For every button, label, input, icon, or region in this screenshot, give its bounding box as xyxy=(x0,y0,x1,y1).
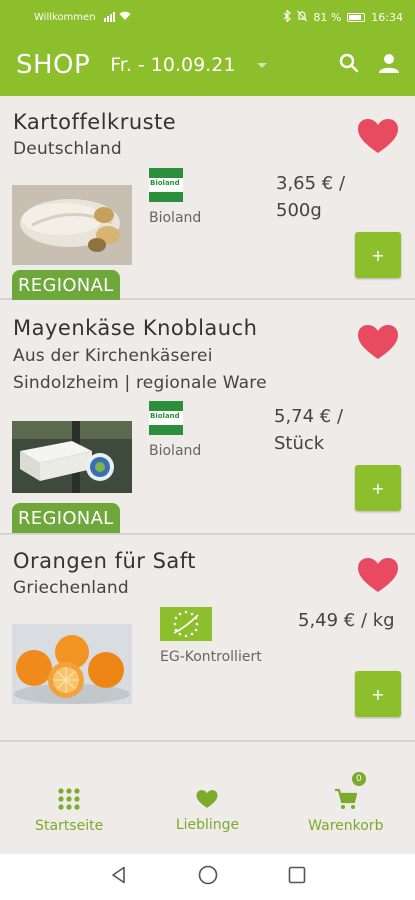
product-name: Orangen für Saft xyxy=(13,549,197,573)
carrier-name: Willkommen xyxy=(34,11,96,23)
search-icon[interactable] xyxy=(339,53,359,77)
date-selector[interactable]: Fr. - 10.09.21 xyxy=(110,54,235,76)
bottom-navigation: Startseite Lieblinge 0 Warenkorb xyxy=(0,768,415,854)
cart-icon xyxy=(334,788,357,809)
heart-icon[interactable] xyxy=(357,118,399,154)
product-origin: Griechenland xyxy=(13,578,129,598)
back-icon[interactable] xyxy=(110,866,128,888)
battery-percent: 81 % xyxy=(313,10,342,24)
status-bar: Willkommen 81 % 16:34 xyxy=(0,0,415,34)
product-origin: Deutschland xyxy=(13,139,122,159)
heart-icon[interactable] xyxy=(357,557,399,593)
heart-icon[interactable] xyxy=(357,324,399,360)
nav-item-startseite[interactable]: Startseite xyxy=(0,768,138,854)
signal-icon xyxy=(103,12,115,22)
product-card[interactable]: Orangen für Saft Griechenland EG-Kontrol… xyxy=(0,535,415,742)
product-image xyxy=(12,185,132,265)
price: 5,49 € / kg xyxy=(298,610,395,631)
bioland-logo: Bioland xyxy=(149,168,183,202)
price: 5,74 € / Stück xyxy=(274,406,344,454)
battery-icon xyxy=(347,12,366,22)
home-icon[interactable] xyxy=(198,865,218,889)
bluetooth-icon xyxy=(283,8,292,25)
add-to-cart-button[interactable]: + xyxy=(355,465,401,511)
add-to-cart-button[interactable]: + xyxy=(355,232,401,278)
cart-count-badge: 0 xyxy=(351,772,366,786)
app-title: SHOP xyxy=(16,50,91,80)
nav-label: Warenkorb xyxy=(308,818,384,834)
chevron-down-icon[interactable] xyxy=(257,62,268,68)
product-card[interactable]: Mayenkäse Knoblauch Aus der Kirchenkäser… xyxy=(0,300,415,535)
grid-icon xyxy=(58,788,80,810)
clock: 16:34 xyxy=(371,10,403,24)
price: 3,65 € / 500g xyxy=(276,173,346,221)
heart-icon xyxy=(197,790,218,808)
account-icon[interactable] xyxy=(379,53,399,77)
certification-label: EG-Kontrolliert xyxy=(160,649,262,665)
product-origin-line-2: Sindolzheim | regionale Ware xyxy=(13,373,267,393)
product-origin-line-1: Aus der Kirchenkäserei xyxy=(13,346,213,366)
product-card[interactable]: Kartoffelkruste Deutschland Bioland Biol… xyxy=(0,96,415,300)
product-image xyxy=(12,421,132,493)
nav-item-lieblinge[interactable]: Lieblinge xyxy=(138,768,276,854)
product-name: Kartoffelkruste xyxy=(13,110,177,134)
regional-badge: REGIONAL xyxy=(12,270,120,300)
mute-icon xyxy=(297,10,308,25)
bioland-logo: Bioland xyxy=(149,401,183,435)
nav-label: Startseite xyxy=(35,818,104,834)
wifi-icon xyxy=(119,11,131,24)
product-name: Mayenkäse Knoblauch xyxy=(13,316,258,340)
app-bar: SHOP Fr. - 10.09.21 xyxy=(0,34,415,96)
add-to-cart-button[interactable]: + xyxy=(355,671,401,717)
nav-label: Lieblinge xyxy=(175,817,240,833)
certification-label: Bioland xyxy=(149,443,202,459)
system-navigation-bar xyxy=(0,854,415,900)
recents-icon[interactable] xyxy=(288,866,306,888)
certification-label: Bioland xyxy=(149,210,202,226)
regional-badge: REGIONAL xyxy=(12,503,120,533)
nav-item-warenkorb[interactable]: 0 Warenkorb xyxy=(277,768,415,854)
product-image xyxy=(12,624,132,704)
eu-organic-logo xyxy=(160,607,212,641)
